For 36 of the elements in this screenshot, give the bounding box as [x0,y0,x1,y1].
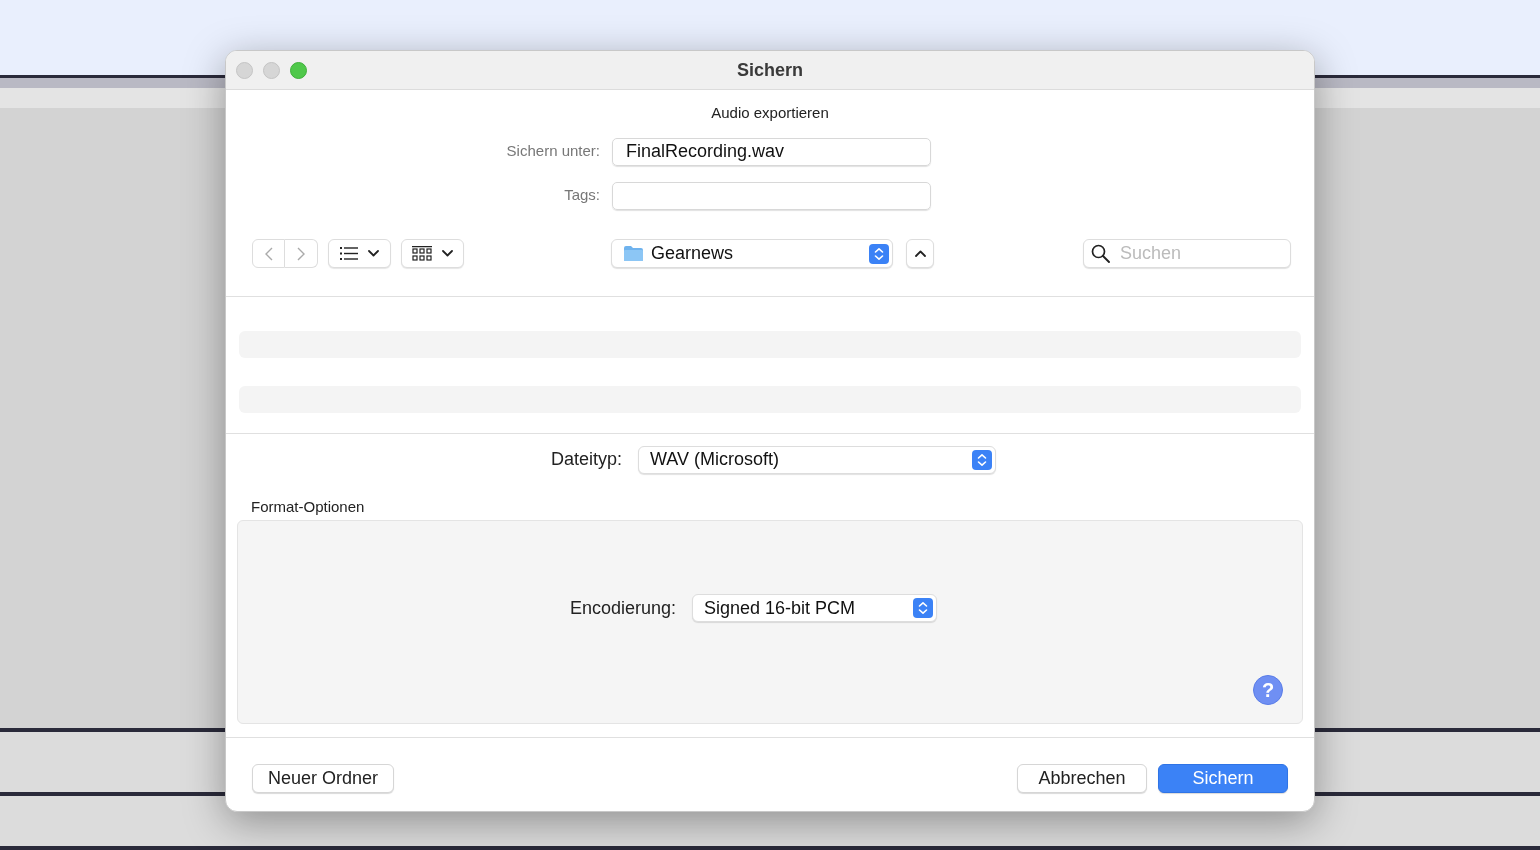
up-button[interactable] [906,239,934,268]
location-popup[interactable]: Gearnews [611,239,893,268]
list-icon [340,247,358,260]
stepper-icon [972,449,992,470]
chevron-right-icon [297,246,305,261]
chevron-left-icon [264,246,273,261]
chevron-icon [442,250,453,257]
encoding-popup[interactable]: Signed 16-bit PCM [692,594,937,622]
window-title: Sichern [737,58,803,82]
tags-field[interactable] [612,181,931,210]
chevron-icon [368,250,379,257]
grid-icon [412,245,432,262]
dialog-button[interactable]: Neuer Ordner [252,764,394,793]
close-button[interactable] [236,62,253,79]
file-type-popup[interactable]: WAV (Microsoft) [638,445,996,474]
list-view-button[interactable] [328,239,391,268]
search-field[interactable]: Suchen [1083,239,1291,268]
grid-view-button[interactable] [401,239,464,268]
dialog-heading: Audio exportieren [711,103,829,123]
field-label: Dateityp: [549,448,622,471]
stepper-icon [913,598,933,618]
field-label: Tags: [563,185,600,206]
section-title: Format-Optionen [251,496,365,517]
back-button[interactable] [252,239,285,268]
minimize-button[interactable] [263,62,280,79]
field-label: Sichern unter: [505,141,600,162]
zoom-button[interactable] [290,62,307,79]
field-label: Encodierung: [568,596,676,620]
save-button[interactable]: Sichern [1158,764,1288,793]
filename-field[interactable]: FinalRecording.wav [612,137,931,166]
search-icon [1091,244,1110,263]
dialog-button[interactable]: Abbrechen [1017,764,1147,793]
folder-icon [623,245,644,262]
stepper-icon [869,243,889,264]
forward-button[interactable] [285,239,318,268]
chevron-icon [914,250,926,257]
